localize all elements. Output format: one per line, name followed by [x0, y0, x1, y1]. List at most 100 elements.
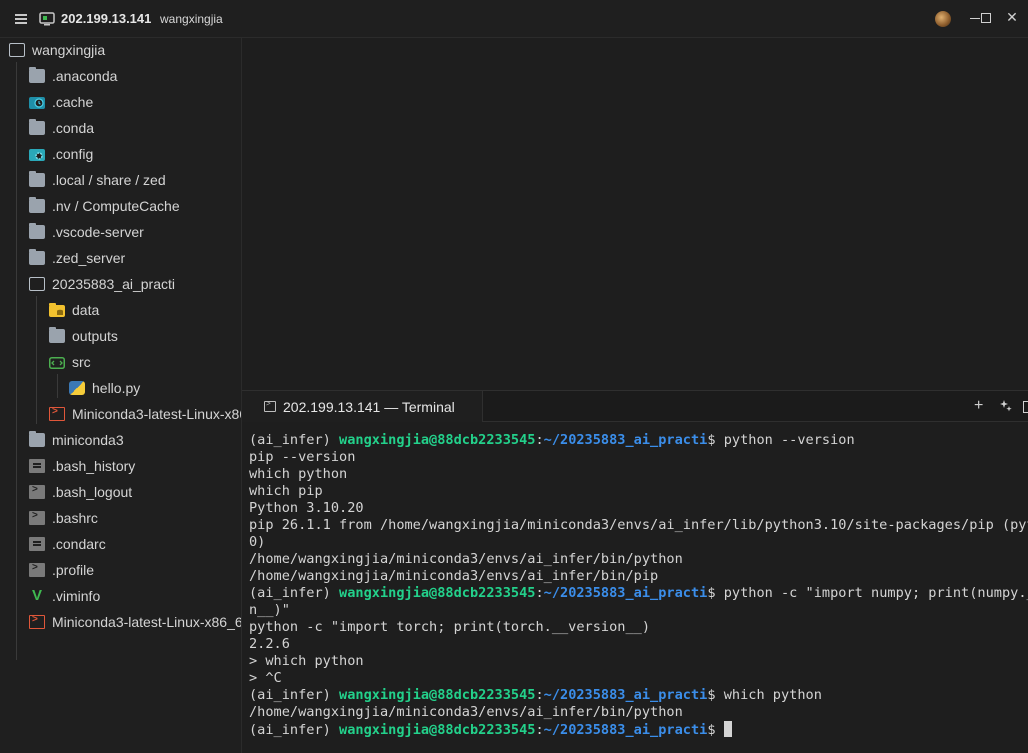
terminal-file-icon [29, 484, 45, 499]
folder-icon [29, 223, 45, 239]
tree-item-label: .profile [52, 562, 95, 578]
tree-item-label: src [72, 354, 91, 370]
terminal-line[interactable]: (ai_infer) wangxingjia@88dcb2233545:~/20… [249, 721, 732, 738]
prompt-env: (ai_infer) [249, 585, 340, 601]
tree-item[interactable]: .nv / ComputeCache [29, 194, 180, 218]
terminal-cursor [723, 721, 732, 737]
tree-item[interactable]: .zed_server [29, 246, 125, 270]
maximize-icon[interactable] [981, 13, 991, 23]
tree-item[interactable]: V .viminfo [29, 584, 100, 608]
user-avatar[interactable] [935, 11, 951, 27]
tree-item-label: hello.py [92, 380, 141, 396]
project-name-label[interactable]: wangxingjia [160, 12, 223, 26]
folder-icon [29, 171, 45, 187]
terminal-line: pip --version [249, 449, 356, 465]
python-file-icon [69, 381, 85, 395]
tree-item[interactable]: hello.py [69, 376, 140, 400]
tree-item[interactable]: Miniconda3-latest-Linux-x86_64.sh [29, 610, 241, 634]
data-folder-icon [49, 303, 65, 317]
prompt-symbol: $ [707, 722, 724, 738]
terminal-line: Python 3.10.20 [249, 500, 364, 516]
prompt-symbol: $ [707, 432, 724, 448]
new-terminal-button[interactable]: + [974, 397, 983, 415]
cache-folder-icon [29, 95, 45, 109]
tree-item-label: .bash_logout [52, 484, 133, 500]
folder-icon [49, 327, 65, 343]
prompt-env: (ai_infer) [249, 687, 340, 703]
editor-area[interactable] [242, 38, 1028, 390]
tree-item-label: .local / share / zed [52, 172, 166, 188]
tree-item[interactable]: miniconda3 [29, 428, 124, 452]
tree-item-label: data [72, 302, 100, 318]
prompt-sep: : [535, 585, 544, 601]
text-file-icon [29, 537, 45, 551]
terminal-line: (ai_infer) wangxingjia@88dcb2233545:~/20… [249, 585, 1028, 602]
prompt-env: (ai_infer) [249, 432, 340, 448]
terminal-line: /home/wangxingjia/miniconda3/envs/ai_inf… [249, 551, 683, 567]
terminal-line: /home/wangxingjia/miniconda3/envs/ai_inf… [249, 704, 683, 720]
tree-item[interactable]: src [49, 350, 91, 374]
tree-item[interactable]: .anaconda [29, 64, 117, 88]
tree-item-label: .zed_server [52, 250, 126, 266]
terminal-line: n__)" [249, 602, 290, 618]
tree-item-label: .bash_history [52, 458, 136, 474]
close-icon[interactable]: ✕ [1005, 10, 1019, 24]
tree-item[interactable]: .bashrc [29, 506, 98, 530]
prompt-sep: : [535, 687, 544, 703]
tree-item[interactable]: .local / share / zed [29, 168, 166, 192]
folder-icon [29, 197, 45, 213]
prompt-path: ~/20235883_ai_practi [543, 432, 708, 448]
hamburger-menu-icon[interactable] [14, 12, 28, 26]
tree-item[interactable]: 20235883_ai_practi [29, 272, 175, 296]
minimize-icon[interactable] [970, 18, 980, 19]
tree-item-label: .bashrc [52, 510, 98, 526]
folder-icon [29, 249, 45, 265]
terminal-file-icon [29, 510, 45, 525]
tree-item[interactable]: .profile [29, 558, 94, 582]
assistant-sparkle-icon[interactable] [999, 399, 1013, 418]
command-text: python -c "import numpy; print(numpy.__v… [723, 585, 1028, 601]
tree-item-label: .conda [52, 120, 95, 136]
terminal-output[interactable]: (ai_infer) wangxingjia@88dcb2233545:~/20… [242, 422, 1028, 753]
remote-server-icon[interactable] [39, 12, 55, 26]
tree-item[interactable]: .conda [29, 116, 94, 140]
remote-host-label[interactable]: 202.199.13.141 [61, 11, 151, 26]
tree-item[interactable]: .cache [29, 90, 93, 114]
terminal-line: pip 26.1.1 from /home/wangxingjia/minico… [249, 517, 1028, 533]
tree-item[interactable]: .config [29, 142, 93, 166]
tree-item[interactable]: .condarc [29, 532, 106, 556]
split-pane-icon[interactable] [1023, 400, 1028, 418]
tree-item-root[interactable]: wangxingjia [9, 38, 105, 62]
text-file-icon [29, 459, 45, 473]
tree-item[interactable]: outputs [49, 324, 118, 348]
tree-indent-guide [36, 296, 37, 424]
tree-item-label: .nv / ComputeCache [52, 198, 180, 214]
tree-item-label: .vscode-server [52, 224, 144, 240]
vim-file-icon: V [31, 587, 42, 604]
tree-item-label: .anaconda [52, 68, 118, 84]
tree-item[interactable]: data [49, 298, 99, 322]
terminal-line: which pip [249, 483, 323, 499]
project-panel: wangxingjia .anaconda .cache .conda .con… [0, 38, 242, 753]
tree-item[interactable]: Miniconda3-latest-Linux-x86_64.sh [49, 402, 241, 426]
tree-item-label: Miniconda3-latest-Linux-x86_64.sh [72, 406, 241, 422]
tree-item[interactable]: .bash_logout [29, 480, 132, 504]
terminal-tab-bar: 202.199.13.141 — Terminal + [242, 390, 1028, 422]
prompt-path: ~/20235883_ai_practi [543, 687, 708, 703]
src-folder-icon [49, 355, 65, 369]
terminal-line: python -c "import torch; print(torch.__v… [249, 619, 651, 635]
command-text: python --version [723, 432, 855, 448]
prompt-symbol: $ [707, 585, 724, 601]
folder-icon [29, 67, 45, 83]
terminal-tab[interactable]: 202.199.13.141 — Terminal [242, 391, 483, 422]
terminal-line: (ai_infer) wangxingjia@88dcb2233545:~/20… [249, 687, 822, 704]
prompt-user-host: wangxingjia@88dcb2233545 [339, 585, 536, 601]
tree-item-label: wangxingjia [32, 42, 106, 58]
prompt-path: ~/20235883_ai_practi [543, 722, 708, 738]
terminal-line: 0) [249, 534, 266, 550]
tree-item[interactable]: .bash_history [29, 454, 135, 478]
terminal-line: (ai_infer) wangxingjia@88dcb2233545:~/20… [249, 432, 855, 449]
folder-open-icon [9, 43, 25, 57]
tree-item[interactable]: .vscode-server [29, 220, 144, 244]
prompt-path: ~/20235883_ai_practi [543, 585, 708, 601]
